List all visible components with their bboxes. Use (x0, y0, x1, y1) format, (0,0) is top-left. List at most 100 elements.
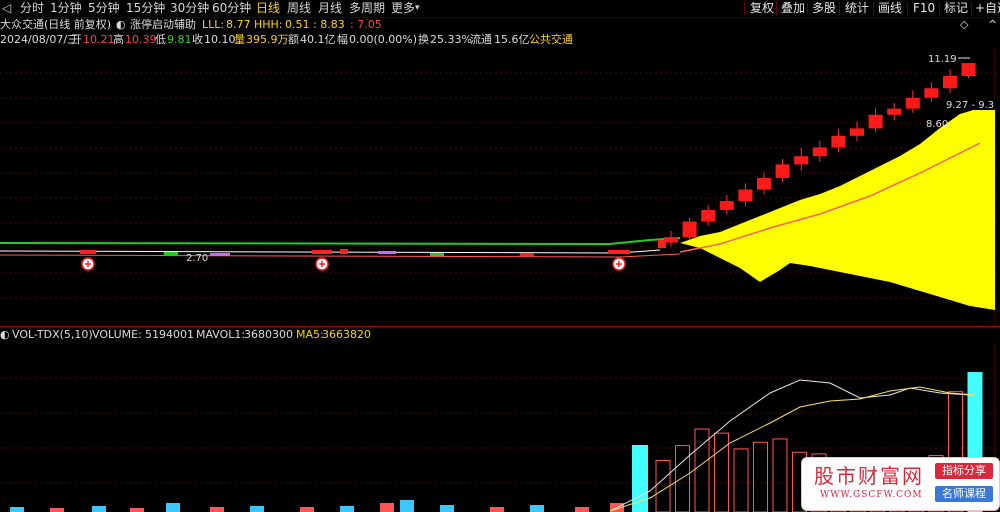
amount-label: 额 (288, 33, 299, 46)
tab-30min[interactable]: 30分钟 (170, 0, 209, 17)
stock-title: 大众交通(日线 前复权) (0, 18, 112, 31)
kline-chart[interactable]: 2.70 11.19 9.27 - 9.3 8.60 (0, 48, 1000, 326)
tab-15min[interactable]: 15分钟 (126, 0, 165, 17)
close-value: 10.10 (204, 33, 236, 46)
toolbar-divider (807, 2, 808, 15)
statistics-button[interactable]: 统计 (845, 0, 869, 17)
add-watchlist-button[interactable]: +自选 (975, 0, 1000, 17)
low-label: 低 (155, 33, 166, 46)
float-value: 15.6亿 (494, 33, 530, 46)
tab-multi-period[interactable]: 多周期 (349, 0, 385, 17)
teacher-course-button[interactable]: 名师课程 (935, 486, 993, 502)
tab-more[interactable]: 更多 (391, 0, 415, 17)
turnover-label: 换 (418, 33, 429, 46)
candle-body (831, 135, 846, 148)
float-label: 流通 (470, 33, 492, 46)
candle-body (812, 147, 827, 157)
tab-weekly[interactable]: 周线 (287, 0, 311, 17)
draw-line-button[interactable]: 画线 (878, 0, 902, 17)
candle-body (701, 209, 716, 222)
candle-body (850, 128, 864, 136)
close-label: 收 (192, 33, 203, 46)
candle-body (682, 221, 697, 238)
lll-label: LLL: (202, 18, 225, 31)
small-volume-bars (10, 500, 624, 512)
volume-bar (733, 448, 749, 512)
toolbar-divider (744, 2, 745, 15)
change-label: 幅 (337, 33, 348, 46)
tab-5min[interactable]: 5分钟 (88, 0, 120, 17)
range-label: 9.27 - 9.3 (946, 100, 994, 111)
change-value: 0.00(0.00%) (349, 33, 418, 46)
indicator-share-button[interactable]: 指标分享 (935, 463, 993, 479)
volume-bar (753, 441, 768, 512)
watermark-url: WWW.GSCFW.COM (820, 490, 923, 500)
volume-bar (772, 438, 788, 512)
high-value: 10.39 (125, 33, 157, 46)
tab-60min[interactable]: 60分钟 (212, 0, 251, 17)
indicator-info-line: 大众交通(日线 前复权) ◐ 涨停启动辅助 LLL: 8.77 HHH: 0.5… (0, 18, 1000, 32)
tab-monthly[interactable]: 月线 (318, 0, 342, 17)
candle-body (738, 189, 753, 202)
fuquan-button[interactable]: 复权 (750, 0, 774, 17)
plus-marker[interactable] (612, 257, 626, 271)
toolbar-divider (971, 2, 972, 15)
diamond-icon[interactable]: ◇ (960, 18, 968, 32)
toolbar-divider (776, 2, 777, 15)
open-value: 10.21 (83, 33, 115, 46)
volume-indicator-icon[interactable]: ◐ (0, 328, 10, 342)
toolbar-divider (839, 2, 840, 15)
chevron-down-icon[interactable]: ▾ (415, 0, 420, 17)
vol-label: 量 (234, 33, 245, 46)
plus-marker[interactable] (315, 257, 329, 271)
candle-body (757, 178, 771, 190)
candle-body (905, 97, 920, 109)
tab-fenshi[interactable]: 分时 (20, 0, 44, 17)
plus-marker[interactable] (81, 257, 95, 271)
volume-indicator-name[interactable]: VOL-TDX(5,10) (12, 328, 93, 342)
sector-name[interactable]: 公共交通 (529, 33, 573, 47)
vol-value: 395.9万 (246, 33, 289, 46)
mavol1-value: 3680300 (244, 328, 293, 341)
mavol1-label: MAVOL1: (196, 328, 246, 341)
expand-up-icon[interactable]: ^ (988, 18, 997, 32)
amount-value: 40.1亿 (300, 33, 336, 46)
toolbar-divider (873, 2, 874, 15)
tab-daily[interactable]: 日线 (256, 0, 280, 17)
indicator-icon[interactable]: ◐ (116, 18, 126, 32)
watermark-title: 股市财富网 (814, 464, 924, 488)
ma5-label: MA5: (296, 328, 324, 341)
tab-1min[interactable]: 1分钟 (50, 0, 82, 17)
candle-body (924, 88, 939, 98)
toolbar-divider (939, 2, 940, 15)
candle-body (868, 114, 883, 129)
overlay-button[interactable]: 叠加 (781, 0, 805, 17)
candle-body (719, 201, 734, 210)
red-line (0, 253, 681, 258)
mid-value-label: 2.70 (186, 253, 208, 264)
candle-body (664, 237, 678, 243)
indicator-name[interactable]: 涨停启动辅助 (130, 18, 196, 32)
volume-value: 5194001 (145, 328, 194, 341)
price-info-line: 2024/08/07/三 开 10.21 高 10.39 低 9.81 收 10… (0, 33, 1000, 47)
f10-button[interactable]: F10 (913, 0, 935, 17)
value-3: : 8.83 (313, 18, 345, 31)
back-icon[interactable]: ◁ (2, 0, 11, 17)
value-4: : 7.05 (350, 18, 382, 31)
ma5-value: 3663820 (322, 328, 371, 341)
candle-body (887, 108, 902, 115)
lll-value: 8.77 (226, 18, 251, 31)
volume-bar-cyan (632, 445, 648, 512)
hhh-value: 0.51 (285, 18, 310, 31)
low-value: 9.81 (167, 33, 192, 46)
mark-button[interactable]: 标记 (944, 0, 968, 17)
volume-header: ◐ VOL-TDX(5,10) VOLUME: 5194001 MAVOL1: … (0, 328, 1000, 342)
volume-bar (694, 428, 710, 512)
multi-stock-button[interactable]: 多股 (812, 0, 836, 17)
watermark: 股市财富网 WWW.GSCFW.COM 指标分享 名师课程 (801, 457, 1000, 511)
volume-bar (714, 432, 729, 512)
period-toolbar: ◁ 分时 1分钟 5分钟 15分钟 30分钟 60分钟 日线 周线 月线 多周期… (0, 0, 1000, 18)
turnover-value: 25.33% (430, 33, 472, 46)
volume-bar (675, 445, 690, 512)
volume-label: VOLUME: (92, 328, 142, 341)
